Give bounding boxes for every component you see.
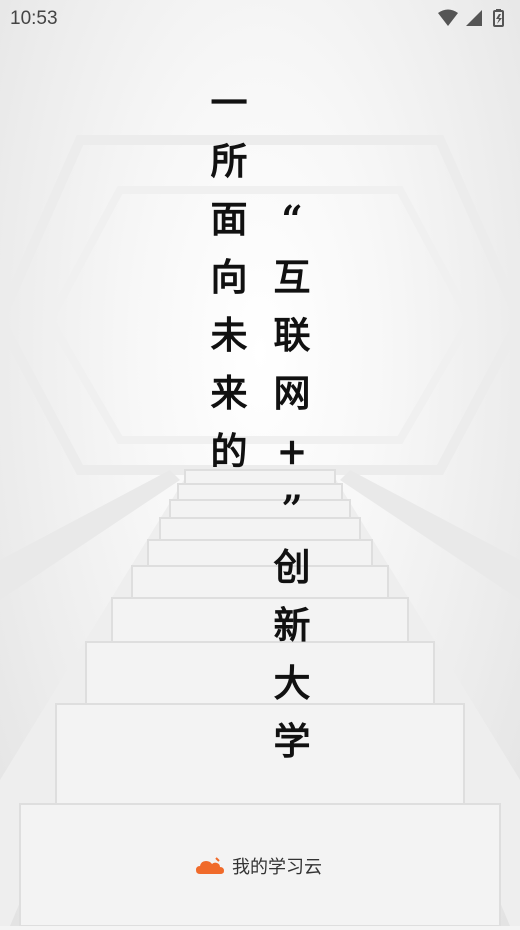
slogan-char: 创 [273, 545, 311, 589]
system-icons [438, 9, 504, 27]
slogan-left-column: 一 所 面 向 未 来 的 [207, 74, 251, 480]
slogan-char: 来 [210, 371, 248, 415]
slogan-char: 互 [273, 255, 311, 299]
slogan-char: + [276, 429, 308, 473]
brand-name: 我的学习云 [232, 857, 322, 878]
slogan-char: 大 [273, 661, 311, 705]
slogan-char: ” [281, 487, 303, 531]
slogan-char: 向 [210, 255, 248, 299]
wifi-icon [438, 9, 458, 26]
slogan-char: 未 [210, 313, 248, 357]
slogan-char: 新 [273, 603, 311, 647]
signal-icon [466, 10, 482, 26]
battery-icon [493, 9, 504, 27]
slogan-char: 面 [210, 197, 248, 241]
slogan-char: “ [281, 197, 303, 241]
slogan-char: 联 [273, 313, 311, 357]
status-bar: 10:53 [0, 0, 520, 36]
slogan-right-column: “ 互 联 网 + ” 创 新 大 学 [270, 190, 314, 770]
status-time: 10:53 [10, 8, 58, 29]
stairway-background [0, 0, 520, 927]
slogan-char: 学 [273, 719, 311, 763]
cloud-logo-icon [196, 857, 224, 874]
slogan-char: 所 [210, 139, 248, 183]
slogan-char: 一 [210, 81, 248, 125]
brand-logo: 我的学习云 [196, 852, 346, 880]
slogan-char: 的 [210, 429, 248, 473]
slogan-char: 网 [273, 371, 311, 415]
stairs-illustration [0, 135, 520, 927]
